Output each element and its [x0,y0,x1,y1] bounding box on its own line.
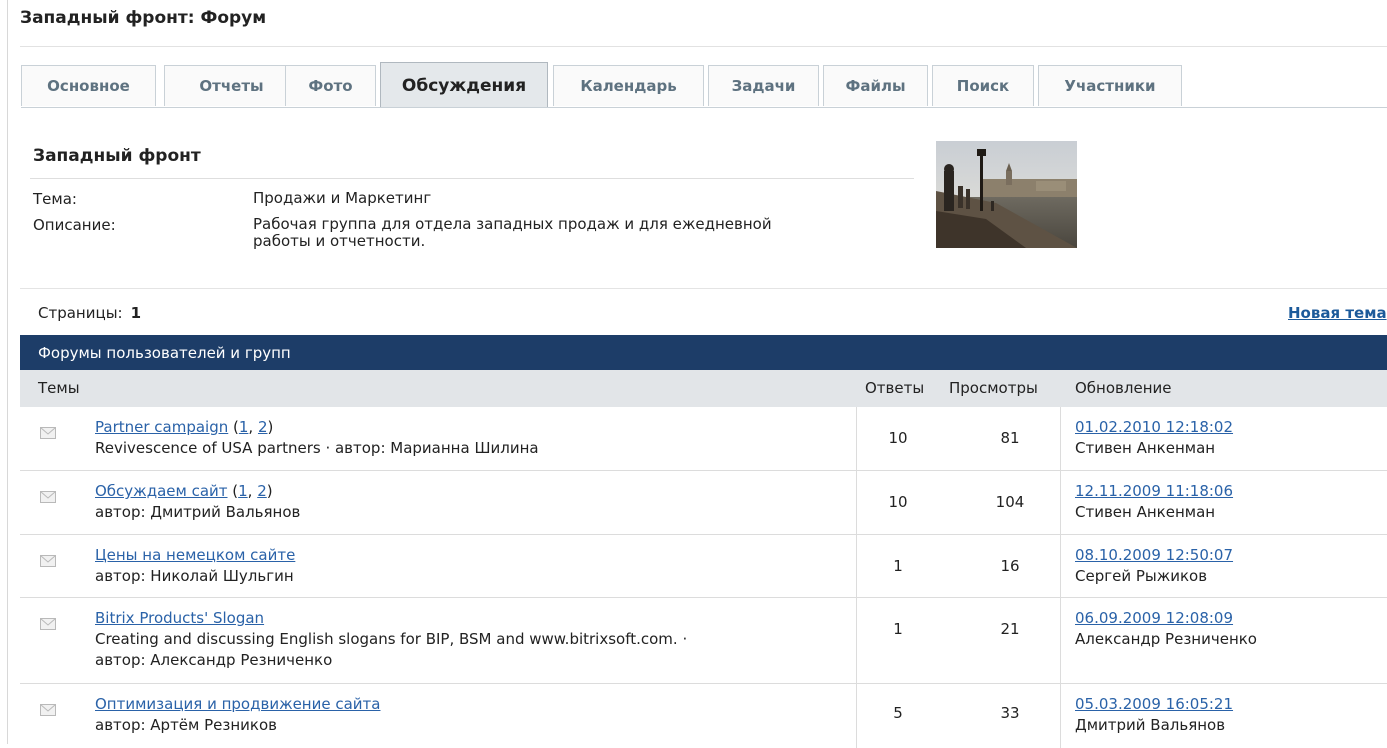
description-label: Описание: [33,216,116,234]
col-updated: Обновление [1075,379,1172,397]
tab-tasks[interactable]: Задачи [708,65,819,106]
section-divider [20,288,1387,289]
page-link-current[interactable]: 1 [131,304,141,322]
topic-page-link[interactable]: 2 [258,418,268,436]
replies-count: 1 [893,557,903,575]
envelope-icon [40,427,56,439]
envelope-icon [40,491,56,503]
updated-by: Дмитрий Вальянов [1075,716,1226,734]
topic-description: автор: Николай Шульгин [95,567,294,585]
views-count: 104 [995,493,1025,511]
topic-page-link[interactable]: 1 [238,482,248,500]
updated-by: Сергей Рыжиков [1075,567,1208,585]
replies-count: 10 [888,429,908,447]
group-name: Западный фронт [33,146,201,166]
updated-link[interactable]: 08.10.2009 12:50:07 [1075,546,1233,564]
updated-by: Александр Резниченко [1075,630,1257,648]
frame-border [7,0,8,744]
topic-cell: Оптимизация и продвижение сайта автор: А… [95,694,835,736]
group-divider [30,178,914,179]
topic-label: Тема: [33,190,77,208]
replies-count: 5 [893,704,903,722]
replies-count: 10 [888,493,908,511]
updated-cell: 06.09.2009 12:08:09 Александр Резниченко [1075,608,1257,650]
topic-cell: Bitrix Products' Slogan Creating and dis… [95,608,835,671]
pagination: Страницы: 1 [38,304,141,322]
topic-value: Продажи и Маркетинг [253,189,432,207]
tab-members[interactable]: Участники [1038,65,1182,106]
col-topics: Темы [38,379,80,397]
topic-description: автор: Артём Резников [95,716,278,734]
topic-description: автор: Дмитрий Вальянов [95,503,301,521]
topic-link[interactable]: Обсуждаем сайт [95,482,228,500]
title-divider [20,46,1387,47]
columns-header: Темы Ответы Просмотры Обновление [20,370,1387,407]
updated-cell: 01.02.2010 12:18:02 Стивен Анкенман [1075,417,1233,459]
updated-link[interactable]: 05.03.2009 16:05:21 [1075,695,1233,713]
updated-by: Стивен Анкенман [1075,503,1216,521]
group-photo-image [936,141,1077,248]
table-row: Bitrix Products' Slogan Creating and dis… [20,598,1387,684]
table-row: Partner campaign (1, 2) Revivescence of … [20,407,1387,471]
table-row: Обсуждаем сайт (1, 2) автор: Дмитрий Вал… [20,471,1387,535]
topic-description: Creating and discussing English slogans … [95,630,688,648]
new-topic-link[interactable]: Новая тема [1288,304,1387,322]
envelope-icon [40,704,56,716]
topic-author: автор: Александр Резниченко [95,651,333,669]
description-value: Рабочая группа для отдела западных прода… [253,216,893,250]
topic-description: Revivescence of USA partners · автор: Ма… [95,439,539,457]
replies-count: 1 [893,620,903,638]
tab-calendar[interactable]: Календарь [553,65,704,106]
views-count: 21 [1000,620,1020,638]
topic-link[interactable]: Цены на немецком сайте [95,546,295,564]
topic-cell: Цены на немецком сайте автор: Николай Шу… [95,545,835,587]
col-views: Просмотры [949,379,1038,397]
table-row: Оптимизация и продвижение сайта автор: А… [20,684,1387,748]
topic-page-link[interactable]: 2 [257,482,267,500]
tab-reports[interactable]: Отчеты [164,65,299,106]
updated-link[interactable]: 06.09.2009 12:08:09 [1075,609,1233,627]
updated-by: Стивен Анкенман [1075,439,1216,457]
views-count: 33 [1000,704,1020,722]
description-line: работы и отчетности. [253,232,426,250]
tab-main[interactable]: Основное [21,65,156,106]
envelope-icon [40,618,56,630]
topic-cell: Partner campaign (1, 2) Revivescence of … [95,418,539,457]
group-photo [936,141,1077,248]
tab-search[interactable]: Поиск [932,65,1034,106]
updated-link[interactable]: 01.02.2010 12:18:02 [1075,418,1233,436]
topic-link[interactable]: Partner campaign [95,418,228,436]
updated-cell: 12.11.2009 11:18:06 Стивен Анкенман [1075,481,1233,523]
updated-link[interactable]: 12.11.2009 11:18:06 [1075,482,1233,500]
topic-cell: Обсуждаем сайт (1, 2) автор: Дмитрий Вал… [95,482,301,521]
tab-photo[interactable]: Фото [285,65,376,106]
topic-link[interactable]: Оптимизация и продвижение сайта [95,695,380,713]
views-count: 16 [1000,557,1020,575]
envelope-icon [40,555,56,567]
updated-cell: 08.10.2009 12:50:07 Сергей Рыжиков [1075,545,1233,587]
tab-discussions[interactable]: Обсуждения [380,62,548,108]
description-line: Рабочая группа для отдела западных прода… [253,215,772,233]
page-title: Западный фронт: Форум [20,8,267,28]
topic-link[interactable]: Bitrix Products' Slogan [95,609,264,627]
col-replies: Ответы [865,379,925,397]
views-count: 81 [1000,429,1020,447]
pages-label: Страницы: [38,304,123,322]
forum-header: Форумы пользователей и групп [20,335,1387,370]
tab-files[interactable]: Файлы [823,65,928,106]
tabs-divider [21,107,1387,108]
updated-cell: 05.03.2009 16:05:21 Дмитрий Вальянов [1075,694,1233,736]
table-row: Цены на немецком сайте автор: Николай Шу… [20,535,1387,598]
topic-page-link[interactable]: 1 [239,418,249,436]
